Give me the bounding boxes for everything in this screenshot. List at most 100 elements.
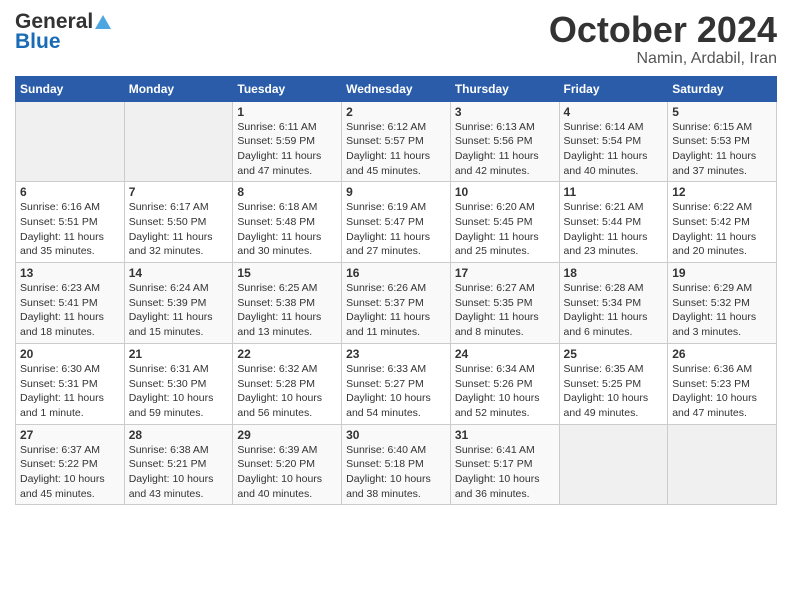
calendar-cell: 9Sunrise: 6:19 AM Sunset: 5:47 PM Daylig… <box>342 182 451 263</box>
calendar-cell: 27Sunrise: 6:37 AM Sunset: 5:22 PM Dayli… <box>16 424 125 505</box>
day-info: Sunrise: 6:20 AM Sunset: 5:45 PM Dayligh… <box>455 200 555 259</box>
day-info: Sunrise: 6:27 AM Sunset: 5:35 PM Dayligh… <box>455 281 555 340</box>
day-number: 5 <box>672 105 772 119</box>
calendar-cell: 17Sunrise: 6:27 AM Sunset: 5:35 PM Dayli… <box>450 263 559 344</box>
calendar-week-4: 27Sunrise: 6:37 AM Sunset: 5:22 PM Dayli… <box>16 424 777 505</box>
day-info: Sunrise: 6:24 AM Sunset: 5:39 PM Dayligh… <box>129 281 229 340</box>
col-thursday: Thursday <box>450 76 559 101</box>
calendar-cell: 2Sunrise: 6:12 AM Sunset: 5:57 PM Daylig… <box>342 101 451 182</box>
col-sunday: Sunday <box>16 76 125 101</box>
day-number: 7 <box>129 185 229 199</box>
calendar-cell: 24Sunrise: 6:34 AM Sunset: 5:26 PM Dayli… <box>450 343 559 424</box>
col-monday: Monday <box>124 76 233 101</box>
title-area: October 2024 Namin, Ardabil, Iran <box>549 10 777 68</box>
day-number: 16 <box>346 266 446 280</box>
calendar-cell: 3Sunrise: 6:13 AM Sunset: 5:56 PM Daylig… <box>450 101 559 182</box>
day-number: 20 <box>20 347 120 361</box>
calendar-table: Sunday Monday Tuesday Wednesday Thursday… <box>15 76 777 506</box>
logo-blue: Blue <box>15 30 61 54</box>
day-number: 26 <box>672 347 772 361</box>
col-friday: Friday <box>559 76 668 101</box>
day-number: 15 <box>237 266 337 280</box>
calendar-cell <box>668 424 777 505</box>
calendar-cell: 16Sunrise: 6:26 AM Sunset: 5:37 PM Dayli… <box>342 263 451 344</box>
day-info: Sunrise: 6:17 AM Sunset: 5:50 PM Dayligh… <box>129 200 229 259</box>
day-number: 6 <box>20 185 120 199</box>
calendar-cell: 18Sunrise: 6:28 AM Sunset: 5:34 PM Dayli… <box>559 263 668 344</box>
calendar-cell: 20Sunrise: 6:30 AM Sunset: 5:31 PM Dayli… <box>16 343 125 424</box>
day-info: Sunrise: 6:38 AM Sunset: 5:21 PM Dayligh… <box>129 443 229 502</box>
calendar-cell: 23Sunrise: 6:33 AM Sunset: 5:27 PM Dayli… <box>342 343 451 424</box>
day-info: Sunrise: 6:37 AM Sunset: 5:22 PM Dayligh… <box>20 443 120 502</box>
logo: General Blue <box>15 10 113 54</box>
calendar-cell: 22Sunrise: 6:32 AM Sunset: 5:28 PM Dayli… <box>233 343 342 424</box>
calendar-cell: 31Sunrise: 6:41 AM Sunset: 5:17 PM Dayli… <box>450 424 559 505</box>
day-number: 27 <box>20 428 120 442</box>
day-number: 30 <box>346 428 446 442</box>
calendar-week-1: 6Sunrise: 6:16 AM Sunset: 5:51 PM Daylig… <box>16 182 777 263</box>
day-number: 2 <box>346 105 446 119</box>
page-title: October 2024 <box>549 10 777 50</box>
calendar-cell: 13Sunrise: 6:23 AM Sunset: 5:41 PM Dayli… <box>16 263 125 344</box>
calendar-cell: 15Sunrise: 6:25 AM Sunset: 5:38 PM Dayli… <box>233 263 342 344</box>
day-number: 9 <box>346 185 446 199</box>
day-number: 24 <box>455 347 555 361</box>
col-wednesday: Wednesday <box>342 76 451 101</box>
day-info: Sunrise: 6:23 AM Sunset: 5:41 PM Dayligh… <box>20 281 120 340</box>
day-number: 13 <box>20 266 120 280</box>
day-info: Sunrise: 6:26 AM Sunset: 5:37 PM Dayligh… <box>346 281 446 340</box>
page-subtitle: Namin, Ardabil, Iran <box>549 50 777 68</box>
col-tuesday: Tuesday <box>233 76 342 101</box>
calendar-cell: 6Sunrise: 6:16 AM Sunset: 5:51 PM Daylig… <box>16 182 125 263</box>
day-number: 8 <box>237 185 337 199</box>
day-info: Sunrise: 6:28 AM Sunset: 5:34 PM Dayligh… <box>564 281 664 340</box>
day-number: 17 <box>455 266 555 280</box>
day-number: 23 <box>346 347 446 361</box>
day-info: Sunrise: 6:31 AM Sunset: 5:30 PM Dayligh… <box>129 362 229 421</box>
day-info: Sunrise: 6:12 AM Sunset: 5:57 PM Dayligh… <box>346 120 446 179</box>
calendar-week-3: 20Sunrise: 6:30 AM Sunset: 5:31 PM Dayli… <box>16 343 777 424</box>
day-number: 12 <box>672 185 772 199</box>
calendar-cell: 8Sunrise: 6:18 AM Sunset: 5:48 PM Daylig… <box>233 182 342 263</box>
day-number: 10 <box>455 185 555 199</box>
day-number: 4 <box>564 105 664 119</box>
day-number: 29 <box>237 428 337 442</box>
calendar-cell: 28Sunrise: 6:38 AM Sunset: 5:21 PM Dayli… <box>124 424 233 505</box>
calendar-cell: 29Sunrise: 6:39 AM Sunset: 5:20 PM Dayli… <box>233 424 342 505</box>
day-info: Sunrise: 6:41 AM Sunset: 5:17 PM Dayligh… <box>455 443 555 502</box>
calendar-cell: 4Sunrise: 6:14 AM Sunset: 5:54 PM Daylig… <box>559 101 668 182</box>
calendar-cell: 21Sunrise: 6:31 AM Sunset: 5:30 PM Dayli… <box>124 343 233 424</box>
day-info: Sunrise: 6:16 AM Sunset: 5:51 PM Dayligh… <box>20 200 120 259</box>
day-info: Sunrise: 6:25 AM Sunset: 5:38 PM Dayligh… <box>237 281 337 340</box>
day-info: Sunrise: 6:14 AM Sunset: 5:54 PM Dayligh… <box>564 120 664 179</box>
day-number: 21 <box>129 347 229 361</box>
calendar-cell: 25Sunrise: 6:35 AM Sunset: 5:25 PM Dayli… <box>559 343 668 424</box>
day-number: 28 <box>129 428 229 442</box>
page: General Blue October 2024 Namin, Ardabil… <box>0 0 792 612</box>
day-info: Sunrise: 6:13 AM Sunset: 5:56 PM Dayligh… <box>455 120 555 179</box>
day-info: Sunrise: 6:15 AM Sunset: 5:53 PM Dayligh… <box>672 120 772 179</box>
day-info: Sunrise: 6:33 AM Sunset: 5:27 PM Dayligh… <box>346 362 446 421</box>
calendar-cell <box>16 101 125 182</box>
calendar-cell: 12Sunrise: 6:22 AM Sunset: 5:42 PM Dayli… <box>668 182 777 263</box>
calendar-cell: 26Sunrise: 6:36 AM Sunset: 5:23 PM Dayli… <box>668 343 777 424</box>
day-number: 19 <box>672 266 772 280</box>
day-info: Sunrise: 6:19 AM Sunset: 5:47 PM Dayligh… <box>346 200 446 259</box>
calendar-cell: 10Sunrise: 6:20 AM Sunset: 5:45 PM Dayli… <box>450 182 559 263</box>
day-info: Sunrise: 6:40 AM Sunset: 5:18 PM Dayligh… <box>346 443 446 502</box>
calendar-cell <box>559 424 668 505</box>
calendar-week-2: 13Sunrise: 6:23 AM Sunset: 5:41 PM Dayli… <box>16 263 777 344</box>
calendar-cell: 30Sunrise: 6:40 AM Sunset: 5:18 PM Dayli… <box>342 424 451 505</box>
day-info: Sunrise: 6:34 AM Sunset: 5:26 PM Dayligh… <box>455 362 555 421</box>
day-number: 25 <box>564 347 664 361</box>
day-number: 1 <box>237 105 337 119</box>
day-info: Sunrise: 6:11 AM Sunset: 5:59 PM Dayligh… <box>237 120 337 179</box>
day-number: 22 <box>237 347 337 361</box>
header-row: Sunday Monday Tuesday Wednesday Thursday… <box>16 76 777 101</box>
day-info: Sunrise: 6:22 AM Sunset: 5:42 PM Dayligh… <box>672 200 772 259</box>
day-number: 3 <box>455 105 555 119</box>
day-number: 18 <box>564 266 664 280</box>
header: General Blue October 2024 Namin, Ardabil… <box>15 10 777 68</box>
day-info: Sunrise: 6:35 AM Sunset: 5:25 PM Dayligh… <box>564 362 664 421</box>
calendar-cell: 14Sunrise: 6:24 AM Sunset: 5:39 PM Dayli… <box>124 263 233 344</box>
